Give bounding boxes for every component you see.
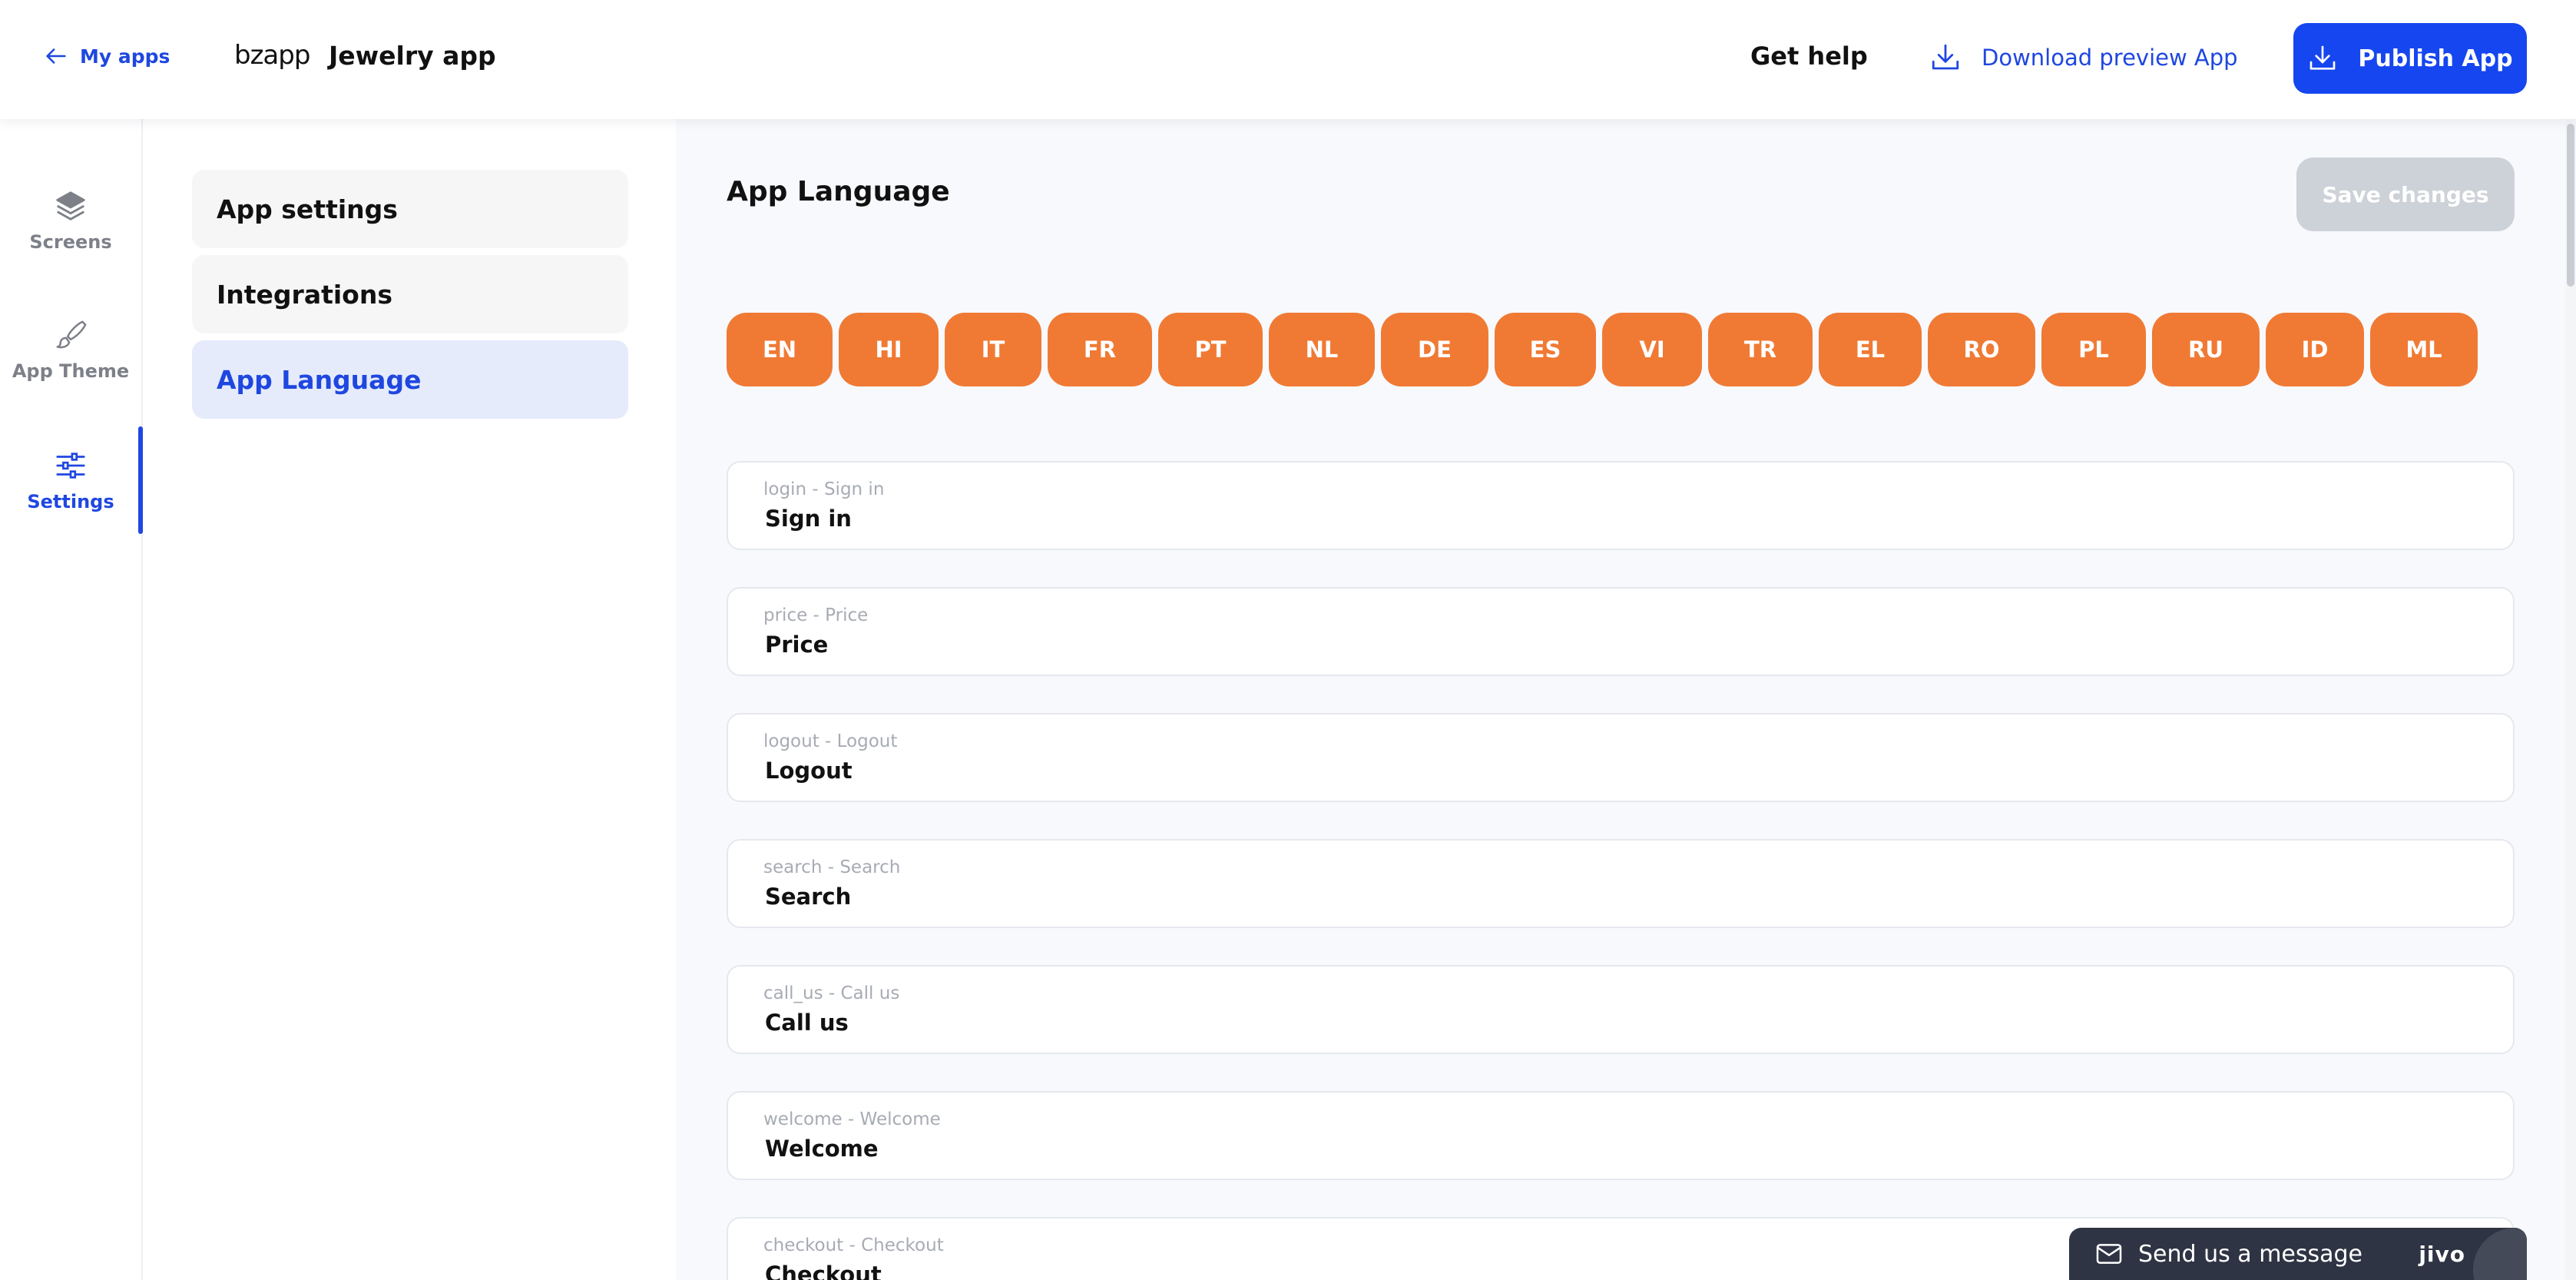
field-key-label: welcome - Welcome (763, 1109, 941, 1129)
save-changes-button[interactable]: Save changes (2296, 158, 2515, 231)
language-pill[interactable]: HI (839, 313, 939, 386)
download-icon (1932, 44, 1959, 70)
nav-item-app-theme[interactable]: App Theme (0, 296, 141, 403)
download-icon (2310, 45, 2336, 70)
language-selector: EN HI IT FR PT NL DE ES VI TR EL RO PL R… (727, 313, 2478, 386)
menu-item-app-settings[interactable]: App settings (192, 170, 628, 248)
language-pill[interactable]: EL (1819, 313, 1922, 386)
field-key-label: price - Price (763, 605, 869, 625)
translation-field-search[interactable]: search - Search Search (727, 839, 2515, 928)
chat-avatar-bubble (2473, 1228, 2527, 1280)
translation-field-call-us[interactable]: call_us - Call us Call us (727, 965, 2515, 1054)
translation-field-price[interactable]: price - Price Price (727, 587, 2515, 676)
language-pill[interactable]: DE (1381, 313, 1488, 386)
nav-label: Settings (27, 491, 114, 512)
active-indicator (138, 426, 143, 534)
language-pill[interactable]: PL (2041, 313, 2146, 386)
field-key-label: logout - Logout (763, 731, 898, 751)
field-value[interactable]: Search (765, 884, 851, 910)
field-value[interactable]: Welcome (765, 1136, 879, 1162)
translation-field-logout[interactable]: logout - Logout Logout (727, 713, 2515, 802)
chat-label: Send us a message (2138, 1240, 2363, 1268)
language-pill[interactable]: IT (945, 313, 1041, 386)
nav-label: App Theme (12, 360, 130, 382)
vertical-scrollbar[interactable] (2565, 119, 2576, 1280)
language-pill[interactable]: TR (1708, 313, 1813, 386)
language-pill[interactable]: FR (1048, 313, 1152, 386)
language-pill[interactable]: RO (1928, 313, 2035, 386)
field-key-label: search - Search (763, 857, 901, 877)
top-header: My apps bzapp Jewelry app Get help Downl… (0, 0, 2576, 119)
field-value[interactable]: Price (765, 632, 828, 658)
field-value[interactable]: Sign in (765, 506, 852, 532)
publish-app-button[interactable]: Publish App (2293, 23, 2527, 94)
translation-field-login[interactable]: login - Sign in Sign in (727, 461, 2515, 550)
field-value[interactable]: Call us (765, 1010, 849, 1036)
translation-field-welcome[interactable]: welcome - Welcome Welcome (727, 1091, 2515, 1180)
scrollbar-thumb[interactable] (2567, 124, 2574, 287)
field-key-label: login - Sign in (763, 479, 885, 499)
field-value[interactable]: Checkout (765, 1262, 882, 1280)
language-pill[interactable]: PT (1158, 313, 1263, 386)
page-title: App Language (727, 176, 950, 207)
app-name: Jewelry app (329, 41, 496, 71)
field-value[interactable]: Logout (765, 758, 853, 784)
language-pill[interactable]: VI (1602, 313, 1702, 386)
icon-sidebar: Screens App Theme Settings (0, 119, 143, 1280)
bzapp-logo: bzapp (234, 40, 310, 71)
language-pill[interactable]: NL (1269, 313, 1375, 386)
sliders-icon (56, 453, 85, 479)
language-pill[interactable]: ES (1495, 313, 1596, 386)
language-pill[interactable]: EN (727, 313, 833, 386)
download-label: Download preview App (1982, 45, 2238, 71)
nav-item-settings[interactable]: Settings (0, 426, 143, 534)
main-content: App Language Save changes EN HI IT FR PT… (676, 119, 2565, 1280)
language-pill[interactable]: RU (2152, 313, 2260, 386)
back-link-label: My apps (80, 45, 171, 68)
nav-item-screens[interactable]: Screens (0, 167, 141, 274)
brush-icon (56, 320, 87, 349)
menu-item-integrations[interactable]: Integrations (192, 255, 628, 333)
language-pill[interactable]: ID (2266, 313, 2364, 386)
download-preview-button[interactable]: Download preview App (1929, 41, 2238, 74)
layers-icon (56, 191, 85, 221)
get-help-link[interactable]: Get help (1750, 41, 1868, 71)
mail-icon (2096, 1244, 2122, 1264)
field-key-label: call_us - Call us (763, 983, 900, 1003)
nav-label: Screens (29, 231, 112, 253)
menu-item-app-language[interactable]: App Language (192, 340, 628, 419)
publish-label: Publish App (2358, 45, 2513, 72)
back-to-my-apps-link[interactable]: My apps (43, 43, 170, 69)
chat-widget[interactable]: Send us a message jivo (2069, 1228, 2527, 1280)
arrow-left-icon (46, 48, 66, 64)
field-key-label: checkout - Checkout (763, 1235, 944, 1255)
language-pill[interactable]: ML (2370, 313, 2478, 386)
jivo-logo: jivo (2419, 1242, 2465, 1267)
settings-menu: App settings Integrations App Language (144, 119, 676, 1280)
